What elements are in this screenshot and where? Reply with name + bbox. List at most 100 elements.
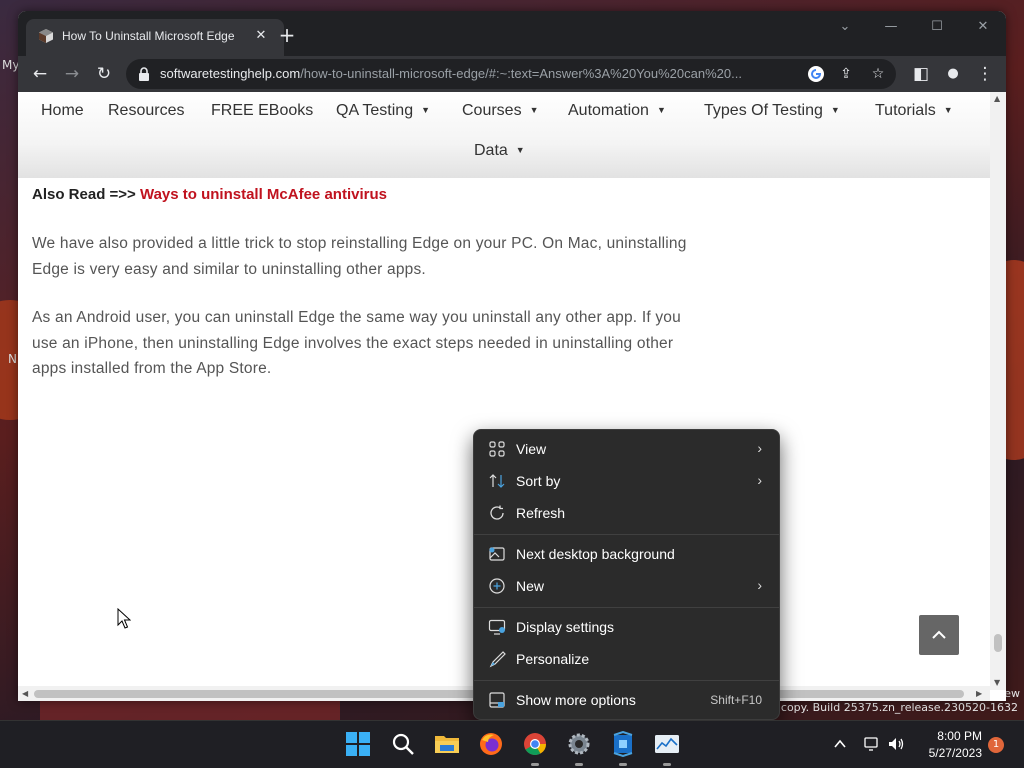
site-favicon-icon <box>39 29 53 43</box>
desktop-context-menu: View › Sort by › Refresh Next desktop ba… <box>473 429 780 720</box>
settings-icon[interactable] <box>566 731 592 757</box>
context-menu-label: Display settings <box>516 619 615 635</box>
nav-label: Data <box>474 142 508 159</box>
nav-item-types-of-testing[interactable]: Types Of Testing ▼ <box>704 102 840 120</box>
url-text: softwaretestinghelp.com/how-to-uninstall… <box>160 66 800 81</box>
chevron-right-icon: › <box>757 472 762 488</box>
keyboard-shortcut: Shift+F10 <box>710 693 762 707</box>
nav-label: Courses <box>462 102 522 119</box>
vertical-scrollbar[interactable]: ▲ ▼ <box>990 92 1006 690</box>
minimize-button[interactable]: — <box>876 19 906 39</box>
tab-close-icon[interactable]: ✕ <box>252 27 270 45</box>
caret-down-icon: ▼ <box>943 105 953 115</box>
task-manager-icon[interactable] <box>654 731 680 757</box>
nav-item-qa-testing[interactable]: QA Testing ▼ <box>336 102 430 120</box>
menu-separator <box>474 607 779 608</box>
chevron-right-icon: › <box>757 440 762 456</box>
context-menu-item-sort-by[interactable]: Sort by › <box>478 466 776 496</box>
share-icon[interactable]: ⇪ <box>836 64 856 84</box>
nav-item-free-ebooks[interactable]: FREE EBooks <box>211 102 313 120</box>
context-menu-label: Next desktop background <box>516 546 675 562</box>
firefox-icon[interactable] <box>478 731 504 757</box>
windows-taskbar: 8:00 PM 5/27/2023 1 <box>0 720 1024 768</box>
chevron-up-icon[interactable] <box>833 737 847 751</box>
back-to-top-button[interactable] <box>919 615 959 655</box>
also-read-prefix: Also Read =>> <box>32 186 140 203</box>
chevron-up-icon <box>932 630 946 639</box>
notification-badge[interactable]: 1 <box>988 737 1004 753</box>
context-menu-label: Refresh <box>516 505 566 521</box>
context-menu-item-new[interactable]: New › <box>478 571 776 601</box>
network-icon[interactable] <box>863 735 881 753</box>
running-indicator <box>663 763 671 766</box>
plus-circle-icon <box>489 578 505 594</box>
context-menu-item-personalize[interactable]: Personalize <box>478 644 776 674</box>
image-icon <box>489 547 505 561</box>
desktop-icon-label[interactable]: My <box>2 58 19 72</box>
build-watermark-line1: ew <box>1004 687 1020 700</box>
context-menu-item-next-background[interactable]: Next desktop background <box>478 539 776 569</box>
volume-icon[interactable] <box>887 735 905 753</box>
clock-time[interactable]: 8:00 PM <box>920 729 982 743</box>
context-menu-item-display-settings[interactable]: Display settings <box>478 612 776 642</box>
close-window-button[interactable]: ✕ <box>968 19 998 39</box>
context-menu-label: View <box>516 441 547 457</box>
browser-tab-active[interactable]: How To Uninstall Microsoft Edge ✕ <box>26 19 284 56</box>
scroll-up-arrow-icon[interactable]: ▲ <box>994 94 1000 103</box>
scroll-left-arrow-icon[interactable]: ◀ <box>22 689 28 698</box>
nav-label: Types Of Testing <box>704 102 823 119</box>
site-navbar: Home Resources FREE EBooks QA Testing ▼ C… <box>18 92 990 178</box>
nav-label: Tutorials <box>875 102 936 119</box>
more-options-icon <box>489 692 505 708</box>
clock-date[interactable]: 5/27/2023 <box>920 746 982 760</box>
lock-icon[interactable] <box>138 67 150 81</box>
file-explorer-icon[interactable] <box>434 731 460 757</box>
nav-item-data[interactable]: Data ▼ <box>474 142 525 160</box>
scroll-down-arrow-icon[interactable]: ▼ <box>994 678 1000 687</box>
chrome-menu-icon[interactable]: ⋮ <box>972 61 998 87</box>
bookmark-star-icon[interactable]: ☆ <box>868 64 888 84</box>
back-button[interactable]: ← <box>27 61 53 87</box>
app-blue-icon[interactable] <box>610 731 636 757</box>
reload-button[interactable]: ↻ <box>91 61 117 87</box>
new-tab-button[interactable]: + <box>276 25 298 47</box>
context-menu-item-refresh[interactable]: Refresh <box>478 498 776 528</box>
maximize-button[interactable]: ☐ <box>922 19 952 39</box>
vertical-scroll-thumb[interactable] <box>994 634 1002 652</box>
forward-button[interactable]: → <box>59 61 85 87</box>
side-panel-icon[interactable]: ◧ <box>908 61 934 87</box>
context-menu-item-view[interactable]: View › <box>478 434 776 464</box>
profile-icon[interactable]: ● <box>940 61 966 87</box>
browser-toolbar: ← → ↻ softwaretestinghelp.com/how-to-uni… <box>18 56 1006 92</box>
brush-icon <box>489 651 506 668</box>
nav-label: QA Testing <box>336 102 414 119</box>
tab-strip: How To Uninstall Microsoft Edge ✕ + ⌄ — … <box>18 11 1006 56</box>
nav-item-resources[interactable]: Resources <box>108 102 184 120</box>
scroll-right-arrow-icon[interactable]: ▶ <box>976 689 982 698</box>
google-lens-icon[interactable] <box>806 64 826 84</box>
context-menu-label: Show more options <box>516 692 636 708</box>
nav-label: Home <box>41 102 84 119</box>
article-paragraph: As an Android user, you can uninstall Ed… <box>32 309 681 377</box>
nav-item-home[interactable]: Home <box>41 102 84 120</box>
url-host: softwaretestinghelp.com <box>160 66 301 81</box>
windows-start-icon[interactable] <box>345 731 371 757</box>
nav-label: Resources <box>108 102 185 119</box>
running-indicator <box>619 763 627 766</box>
caret-down-icon: ▼ <box>830 105 840 115</box>
context-menu-item-show-more-options[interactable]: Show more options Shift+F10 <box>478 685 776 715</box>
chrome-icon[interactable] <box>522 731 548 757</box>
search-icon[interactable] <box>390 731 416 757</box>
display-icon <box>488 619 506 635</box>
nav-label: FREE EBooks <box>211 102 314 119</box>
address-bar[interactable]: softwaretestinghelp.com/how-to-uninstall… <box>126 59 896 89</box>
also-read-link[interactable]: Ways to uninstall McAfee antivirus <box>140 186 387 203</box>
desktop-icon-label[interactable]: N <box>8 352 17 366</box>
context-menu-label: Sort by <box>516 473 561 489</box>
tab-title: How To Uninstall Microsoft Edge <box>62 29 235 43</box>
nav-item-tutorials[interactable]: Tutorials ▼ <box>875 102 953 120</box>
nav-item-courses[interactable]: Courses ▼ <box>462 102 539 120</box>
nav-item-automation[interactable]: Automation ▼ <box>568 102 666 120</box>
tab-search-icon[interactable]: ⌄ <box>830 19 860 39</box>
article-paragraph: We have also provided a little trick to … <box>32 235 687 278</box>
